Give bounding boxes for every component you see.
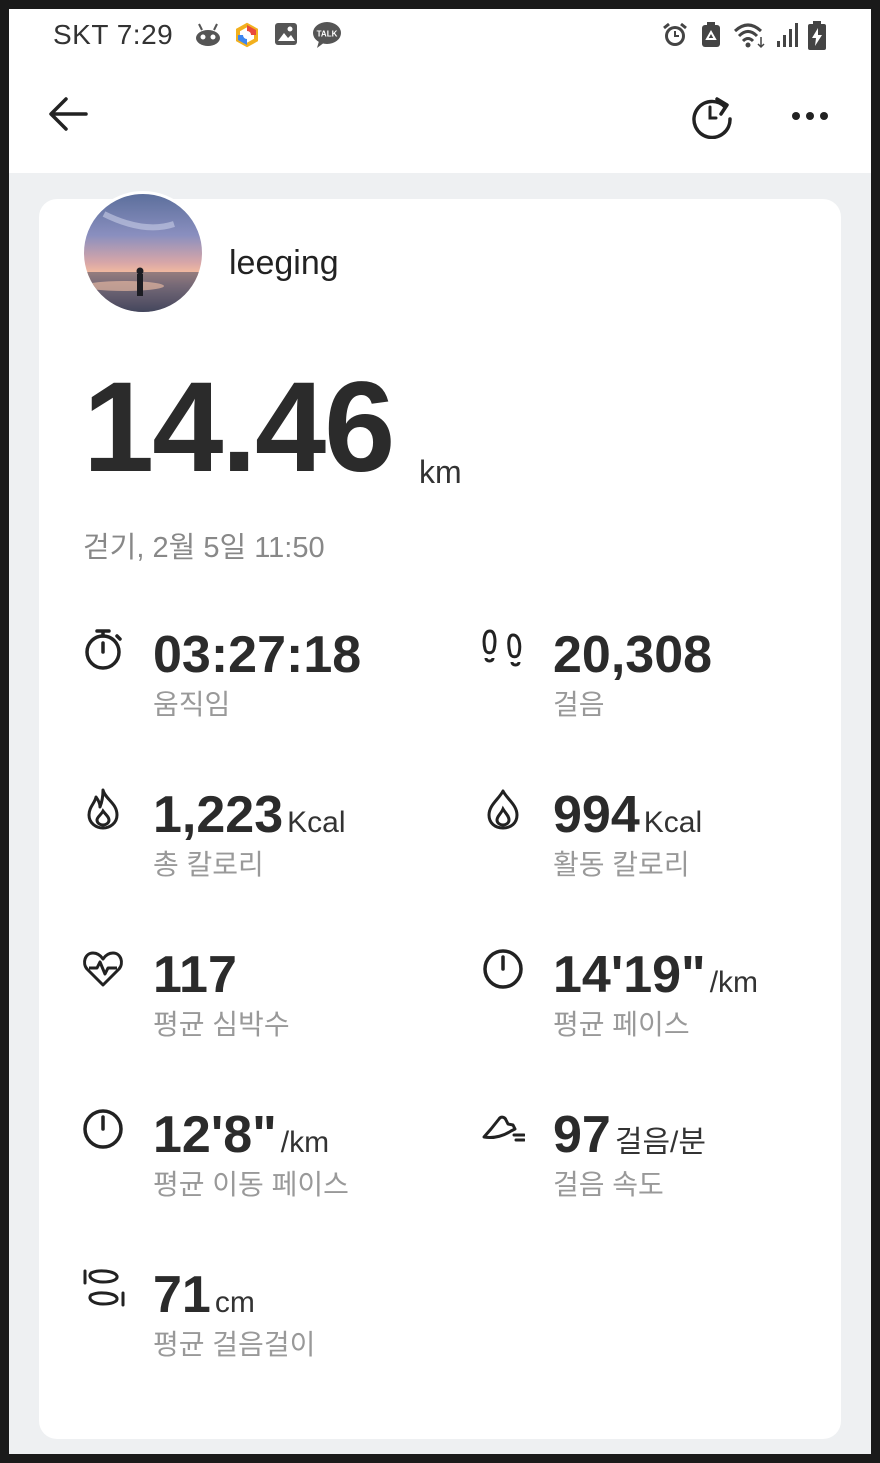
stat-number: 117 [153,946,237,1004]
phone-screen: SKT 7:29 TALK leeging 14.46 km 걷기, 2월 5일… [9,9,871,1454]
stride-icon [83,1269,125,1307]
stat-unit: Kcal [287,806,346,839]
stat-label: 평균 이동 페이스 [153,1169,349,1200]
stat-label: 걸음 [553,689,605,720]
signal-icon [777,23,798,47]
stat-value: 117 [153,946,241,1004]
battery-charging-icon [808,21,826,50]
stat-unit: 걸음/분 [614,1126,706,1159]
stat-number: 03:27:18 [153,626,362,684]
stat-label: 평균 걸음걸이 [153,1329,316,1360]
back-button[interactable] [41,87,95,141]
distance-value: 14.46 [83,356,395,499]
stat-unit: /km [280,1126,330,1159]
stat-label: 총 칼로리 [153,849,264,880]
stat-avg-stride: 71 cm 평균 걸음걸이 [81,1266,441,1377]
arrow-left-icon [49,97,88,131]
talk-label: TALK [317,30,338,39]
clock-label: 7:29 [116,19,174,50]
stat-number: 20,308 [553,626,713,684]
stat-avg-moving-pace: 12'8"/km 평균 이동 페이스 [81,1106,441,1217]
stat-avg-heart-rate: 117 평균 심박수 [81,946,441,1057]
stat-active-calories: 994 Kcal 활동 칼로리 [481,786,841,897]
stat-total-calories: 1,223 Kcal 총 칼로리 [81,786,441,897]
stat-value: 14'19"/km [553,946,759,1004]
stat-number: 994 [553,786,640,844]
stat-unit: cm [214,1286,255,1319]
kakaotalk-icon: TALK [313,22,341,48]
stat-label: 평균 심박수 [153,1009,290,1040]
recycle-icon [702,22,720,47]
stat-steps: 20,308 걸음 [481,626,841,737]
stat-label: 움직임 [153,689,231,720]
flame-icon [87,788,119,830]
stat-value: 1,223 Kcal [153,786,346,844]
stat-avg-pace: 14'19"/km 평균 페이스 [481,946,841,1057]
avatar-photo [84,211,202,312]
heart-rate-icon [83,951,123,987]
wifi-icon [733,23,765,49]
running-shoe-icon [482,1115,525,1142]
stat-value: 71 cm [153,1266,255,1324]
stat-number: 71 [153,1266,211,1324]
drop-flame-icon [487,789,519,830]
stat-number: 1,223 [153,786,284,844]
stat-value: 12'8"/km [153,1106,330,1164]
status-carrier-time: SKT 7:29 [53,19,173,51]
stopwatch-icon [85,629,122,670]
stat-number: 97 [553,1106,611,1164]
stat-moving-time: 03:27:18 움직임 [81,626,441,737]
stat-cadence: 97 걸음/분 걸음 속도 [481,1106,841,1217]
distance-unit: km [419,454,462,490]
stat-value: 994 Kcal [553,786,703,844]
stat-label: 걸음 속도 [553,1169,664,1200]
speedometer-icon [83,1109,123,1149]
more-options-button[interactable] [783,89,837,143]
stat-value: 20,308 [553,626,716,684]
stat-label: 평균 페이스 [553,1009,690,1040]
alarm-icon [663,22,687,46]
workout-subtitle: 걷기, 2월 5일 11:50 [83,532,325,564]
gallery-icon [275,23,297,45]
stat-number: 14'19" [553,946,706,1004]
stat-value: 97 걸음/분 [553,1106,706,1164]
share-button[interactable] [685,89,739,143]
color-ring-icon [236,22,258,48]
avatar[interactable] [81,191,205,315]
workout-summary-card: leeging 14.46 km 걷기, 2월 5일 11:50 03:27:1… [39,191,841,1439]
status-bar: SKT 7:29 TALK [9,9,871,61]
carrier-label: SKT [53,19,109,50]
top-app-bar [9,61,871,173]
speedometer-icon [483,949,523,989]
footprints-icon [482,629,522,667]
stat-unit: Kcal [643,806,703,839]
stat-value: 03:27:18 [153,626,365,684]
stat-label: 활동 칼로리 [553,849,690,880]
more-dots-icon [792,112,828,120]
stat-number: 12'8" [153,1106,277,1164]
stat-unit: /km [709,966,759,999]
username: leeging [229,244,339,282]
share-rotate-icon [692,97,732,139]
robot-icon [196,23,220,46]
